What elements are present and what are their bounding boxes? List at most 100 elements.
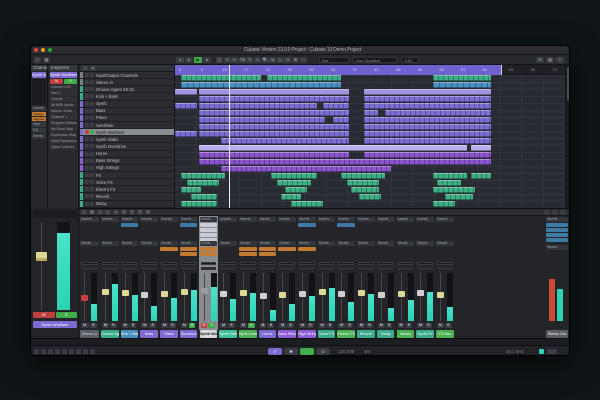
statusbar-pill-3[interactable]: ⊙: [316, 348, 330, 355]
channel-mute-button[interactable]: M: [279, 323, 286, 328]
tempo-display[interactable]: 120.000: [338, 349, 354, 354]
track-solo-button[interactable]: [90, 102, 94, 106]
strip-fader-handle[interactable]: [36, 252, 47, 261]
event-clip[interactable]: [181, 201, 217, 207]
channel-sends-header[interactable]: Sends: [259, 241, 277, 246]
event-clip[interactable]: [181, 187, 201, 193]
channel-name-label[interactable]: Synth FX: [416, 330, 434, 338]
track-solo-button[interactable]: [90, 73, 94, 77]
channel-panel-header[interactable]: Channel: [31, 65, 47, 71]
channel-solo-button[interactable]: S: [346, 323, 353, 328]
channel-name-label[interactable]: Horns: [259, 330, 277, 338]
channel-name-label[interactable]: Bass: [140, 330, 158, 338]
mixer-toolbar-icon-7[interactable]: R: [137, 210, 143, 215]
statusbar-left-icon-2[interactable]: [48, 349, 53, 354]
channel-fader-handle[interactable]: [201, 288, 208, 294]
channel-solo-button[interactable]: S: [149, 323, 156, 328]
channel-name-label[interactable]: Bass Strings: [278, 330, 296, 338]
channel-inserts-header[interactable]: Inserts: [416, 217, 434, 222]
channel-fader-handle[interactable]: [220, 291, 227, 297]
channel-pan-control[interactable]: [378, 262, 394, 265]
channel-mute-button[interactable]: M: [141, 323, 148, 328]
channel-pan-control[interactable]: [299, 262, 315, 265]
track-mute-button[interactable]: [85, 194, 89, 198]
event-clip[interactable]: [364, 96, 491, 102]
channel-solo-button[interactable]: S: [267, 323, 274, 328]
channel-send-slot[interactable]: [200, 247, 218, 251]
track-row[interactable]: Bass Strings: [80, 158, 174, 165]
event-clip[interactable]: [199, 159, 491, 165]
inspector-row-6[interactable]: Program Selector: [50, 121, 77, 126]
transport-icon-2[interactable]: ▶: [194, 57, 202, 63]
channel-sends-header[interactable]: Sends: [239, 241, 257, 246]
channel-send-slot[interactable]: [239, 247, 257, 251]
channel-inserts-header[interactable]: Inserts: [357, 217, 375, 222]
channel-solo-button[interactable]: S: [169, 323, 176, 328]
master-inserts-header[interactable]: Inserts: [546, 217, 568, 222]
time-signature-display[interactable]: 4/4: [364, 349, 370, 354]
track-row[interactable]: Piano: [80, 115, 174, 122]
event-clip[interactable]: [364, 117, 491, 123]
event-clip[interactable]: [199, 145, 467, 151]
statusbar-pill-0[interactable]: ⟳: [268, 348, 282, 355]
track-row[interactable]: Voice FX: [80, 179, 174, 186]
strip-mute-button[interactable]: M: [33, 312, 55, 318]
statusbar-left-icon-1[interactable]: [41, 349, 46, 354]
master-insert-slot[interactable]: [546, 223, 568, 227]
mixer-toolbar-icon-3[interactable]: ▷: [105, 210, 111, 215]
channel-solo-button[interactable]: S: [208, 323, 215, 328]
playhead-cursor[interactable]: [229, 65, 230, 208]
event-clip[interactable]: [471, 145, 491, 151]
channel-pan-control[interactable]: [141, 262, 157, 265]
tool-icon-10[interactable]: ⊞: [292, 57, 299, 63]
channel-mute-button[interactable]: M: [122, 323, 129, 328]
channel-name-label[interactable]: Synth Static: [219, 330, 237, 338]
channel-send-slot[interactable]: [239, 252, 257, 256]
inspector-mute-button[interactable]: M: [50, 79, 63, 84]
channel-solo-button[interactable]: S: [287, 323, 294, 328]
channel-inserts-header[interactable]: Inserts: [259, 217, 277, 222]
channel-mute-button[interactable]: M: [338, 323, 345, 328]
track-mute-button[interactable]: [85, 202, 89, 206]
event-clip[interactable]: [333, 117, 349, 123]
master-insert-slot[interactable]: [546, 228, 568, 232]
master-insert-slot[interactable]: [546, 233, 568, 237]
inspector-row-5[interactable]: Channel 1: [50, 115, 77, 120]
channel-name-label[interactable]: Kick + Bass: [121, 330, 139, 338]
channel-inserts-header[interactable]: Inserts: [160, 217, 178, 222]
event-clip[interactable]: [433, 173, 467, 179]
channel-insert-slot[interactable]: [298, 223, 316, 227]
track-mute-button[interactable]: [85, 166, 89, 170]
channel-pan-control[interactable]: [398, 262, 414, 265]
track-solo-button[interactable]: [90, 180, 94, 184]
channel-pan-control[interactable]: [81, 262, 98, 265]
channel-insert-slot[interactable]: [200, 233, 218, 237]
channel-inserts-header[interactable]: Inserts: [337, 217, 355, 222]
track-mute-button[interactable]: [85, 80, 89, 84]
event-clip[interactable]: [364, 110, 378, 116]
event-clip[interactable]: [351, 187, 379, 193]
channel-sends-header[interactable]: Sends: [80, 241, 99, 246]
track-row[interactable]: Bass: [80, 108, 174, 115]
channel-solo-button[interactable]: S: [307, 323, 314, 328]
track-mute-button[interactable]: [85, 116, 89, 120]
statusbar-left-icon-7[interactable]: [83, 349, 88, 354]
channel-solo-button[interactable]: S: [130, 323, 137, 328]
toolbar-display-2[interactable]: 1/16: [401, 57, 419, 63]
tool-icon-11[interactable]: ⋯: [300, 57, 307, 63]
track-solo-button[interactable]: [90, 159, 94, 163]
inspector-solo-button[interactable]: S: [64, 79, 77, 84]
channel-fader-handle[interactable]: [437, 292, 444, 298]
transport-icon-3[interactable]: ●: [203, 57, 211, 63]
track-mute-button[interactable]: [85, 130, 89, 134]
channel-fader-handle[interactable]: [279, 292, 286, 298]
mixer-toolbar-icon-5[interactable]: M: [121, 210, 127, 215]
track-list-header-icon-0[interactable]: ≡: [82, 66, 88, 71]
statusbar-left-icon-5[interactable]: [69, 349, 74, 354]
event-clip[interactable]: [221, 138, 349, 144]
channel-fader-handle[interactable]: [299, 291, 306, 297]
track-row[interactable]: Synth: [80, 101, 174, 108]
channel-mute-button[interactable]: M: [398, 323, 405, 328]
track-row[interactable]: Reverb: [80, 193, 174, 200]
channel-inserts-header[interactable]: Inserts: [121, 217, 139, 222]
